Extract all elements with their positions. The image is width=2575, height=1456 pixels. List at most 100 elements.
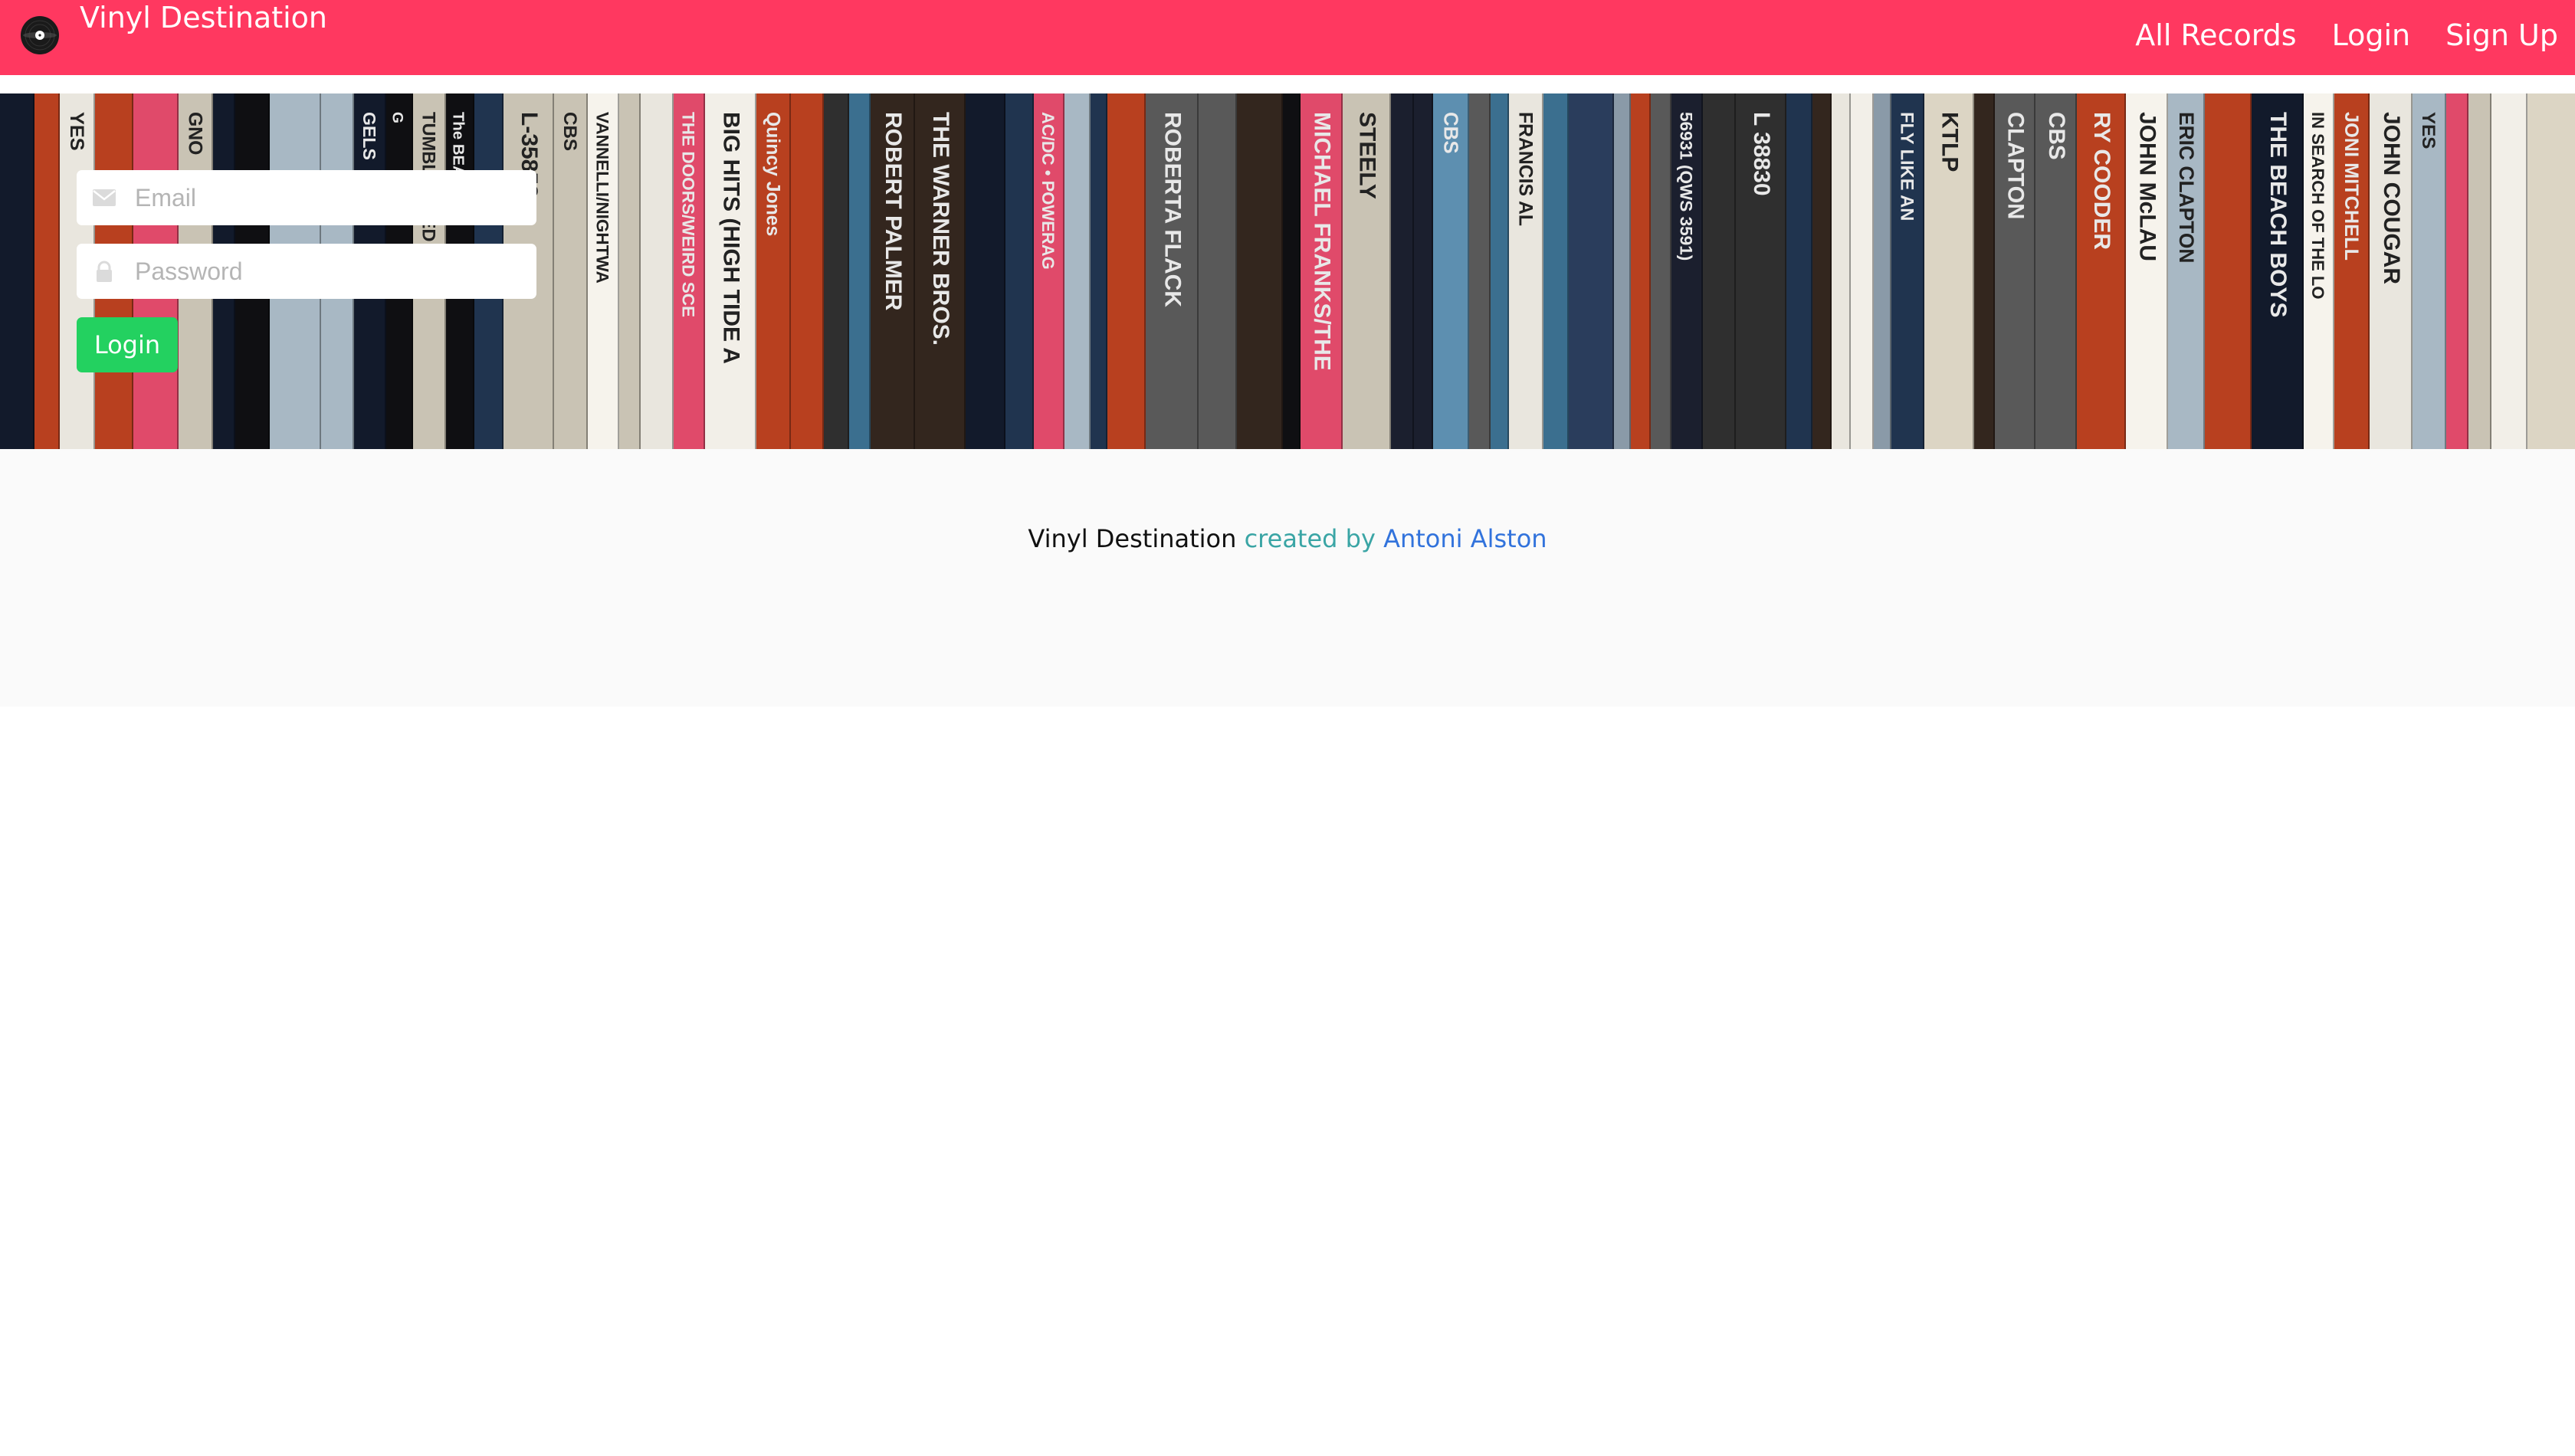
record-spine-edge xyxy=(704,93,705,449)
record-spine xyxy=(1974,93,1995,449)
record-spine xyxy=(1569,93,1614,449)
record-spine xyxy=(1832,93,1851,449)
record-spine-label: BIG HITS (HIGH TIDE A xyxy=(719,112,744,364)
record-spine-edge xyxy=(2368,93,2370,449)
record-spine-edge xyxy=(755,93,756,449)
record-spine-edge xyxy=(1004,93,1005,449)
navbar: Vinyl Destination All Records Login Sign… xyxy=(0,0,2575,75)
record-spine-edge xyxy=(2034,93,2035,449)
record-spine xyxy=(1851,93,1874,449)
password-input[interactable] xyxy=(133,244,524,299)
record-spine-label: RY COODER xyxy=(2089,112,2114,250)
nav-login[interactable]: Login xyxy=(2332,18,2411,52)
record-spine-label: GELS xyxy=(359,112,379,160)
record-spine-edge xyxy=(1412,93,1414,449)
record-spine xyxy=(1199,93,1237,449)
record-spine-label: ROBERT PALMER xyxy=(881,112,906,311)
record-spine-edge xyxy=(1670,93,1671,449)
record-spine xyxy=(1543,93,1569,449)
record-spine xyxy=(0,93,34,449)
record-spine xyxy=(966,93,1005,449)
record-spine-label: CBS xyxy=(1440,112,1461,154)
record-spine xyxy=(1812,93,1832,449)
email-input[interactable] xyxy=(133,170,524,225)
record-spine xyxy=(1107,93,1146,449)
record-spine-label: KTLP xyxy=(1937,112,1963,172)
record-spine xyxy=(1283,93,1301,449)
record-spine-label: JOHN COUGAR xyxy=(2379,112,2404,284)
record-spine-edge xyxy=(1281,93,1283,449)
record-spine xyxy=(1469,93,1491,449)
record-spine-edge xyxy=(1923,93,1924,449)
record-spine-label: STEELY xyxy=(1355,112,1380,199)
record-spine xyxy=(1237,93,1283,449)
record-spine-label: CLAPTON xyxy=(2003,112,2028,219)
brand-name: Vinyl Destination xyxy=(80,1,327,34)
record-spine-label: VANNELLI/NIGHTWA xyxy=(593,112,612,284)
record-spine xyxy=(1614,93,1631,449)
record-spine-edge xyxy=(1734,93,1736,449)
record-spine-edge xyxy=(2075,93,2077,449)
record-spine-edge xyxy=(1993,93,1995,449)
password-field-wrapper xyxy=(77,244,536,299)
nav-sign-up[interactable]: Sign Up xyxy=(2445,18,2558,52)
footer-credit: Vinyl Destination created by Antoni Alst… xyxy=(0,524,2575,553)
record-spine-label: AC/DC • POWERAG xyxy=(1038,112,1058,270)
record-spine-edge xyxy=(1785,93,1786,449)
login-form: Login xyxy=(77,170,536,372)
record-spine xyxy=(1786,93,1812,449)
record-spine-edge xyxy=(1299,93,1301,449)
record-spine xyxy=(641,93,674,449)
lock-icon xyxy=(97,261,112,282)
record-spine-label: IN SEARCH OF THE LO xyxy=(2308,112,2327,299)
record-spine-edge xyxy=(1389,93,1391,449)
record-spine xyxy=(1391,93,1414,449)
record-spine-edge xyxy=(586,93,588,449)
record-spine-edge xyxy=(1542,93,1543,449)
record-spine-label: FRANCIS AL xyxy=(1515,112,1536,226)
record-spine xyxy=(1005,93,1034,449)
nav-all-records[interactable]: All Records xyxy=(2135,18,2296,52)
footer-author-link[interactable]: Antoni Alston xyxy=(1383,524,1547,553)
record-spine-edge xyxy=(2411,93,2413,449)
record-spine-edge xyxy=(2167,93,2168,449)
record-spine-label: YES xyxy=(66,112,87,151)
record-spine xyxy=(824,93,849,449)
record-spine xyxy=(2205,93,2252,449)
record-spine-edge xyxy=(2250,93,2252,449)
record-spine-label: GNO xyxy=(185,112,205,155)
record-spine-edge xyxy=(33,93,34,449)
record-spine-edge xyxy=(1507,93,1509,449)
record-spine-label: ROBERTA FLACK xyxy=(1160,112,1186,307)
record-spine xyxy=(1631,93,1651,449)
record-spine-edge xyxy=(2333,93,2334,449)
record-spine-edge xyxy=(2467,93,2468,449)
record-spine-label: JOHN McLAU xyxy=(2135,112,2160,261)
envelope-icon xyxy=(93,189,116,206)
record-spine-edge xyxy=(1649,93,1651,449)
record-spine-edge xyxy=(1872,93,1874,449)
record-spine-label: MICHAEL FRANKS/THE xyxy=(1310,112,1335,371)
record-spine-edge xyxy=(789,93,791,449)
record-spine-edge xyxy=(1063,93,1064,449)
record-spine-label: L 38830 xyxy=(1749,112,1774,196)
login-button[interactable]: Login xyxy=(77,317,178,372)
record-spine-edge xyxy=(1197,93,1199,449)
footer-created-by: created by xyxy=(1244,524,1376,553)
record-spine-edge xyxy=(1890,93,1891,449)
record-spine-label: G xyxy=(389,112,405,123)
record-spine-edge xyxy=(1089,93,1091,449)
record-spine xyxy=(1491,93,1509,449)
record-spine xyxy=(1064,93,1091,449)
record-spine-label: JONI MITCHELL xyxy=(2340,112,2362,261)
record-spine xyxy=(2527,93,2575,449)
record-spine-edge xyxy=(2203,93,2205,449)
record-spine-label: CBS xyxy=(559,112,580,151)
record-spine-edge xyxy=(618,93,619,449)
vinyl-record-icon xyxy=(21,16,59,54)
record-spine-edge xyxy=(1341,93,1343,449)
record-spine xyxy=(1874,93,1891,449)
record-spine-label: ERIC CLAPTON xyxy=(2175,112,2198,263)
record-spine xyxy=(1703,93,1736,449)
record-spine-label: FLY LIKE AN xyxy=(1897,112,1917,221)
